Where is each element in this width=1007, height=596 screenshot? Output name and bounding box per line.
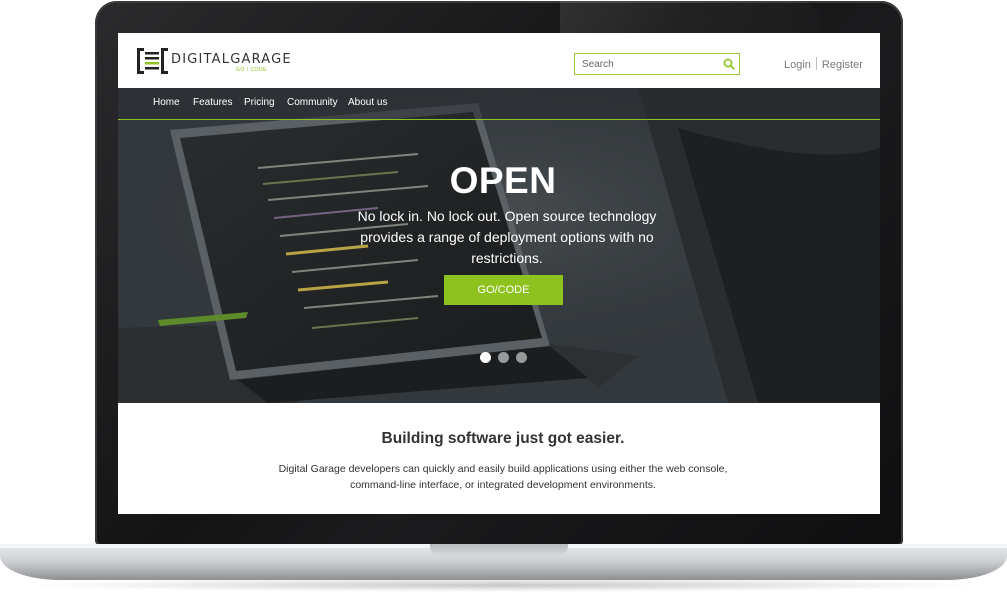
auth-links: Login Register <box>784 57 863 71</box>
nav-underline <box>118 119 880 120</box>
site-header: DIGITALGARAGE GO / CODE Login Register <box>118 33 880 88</box>
search-box <box>574 53 740 75</box>
laptop-screen: DIGITALGARAGE GO / CODE Login Register <box>118 33 880 514</box>
nav-item-pricing[interactable]: Pricing <box>244 97 275 108</box>
logo-mark-icon <box>137 48 168 74</box>
search-icon[interactable] <box>722 57 736 71</box>
nav-item-about-us[interactable]: About us <box>348 97 387 108</box>
nav-item-features[interactable]: Features <box>193 97 232 108</box>
nav-item-community[interactable]: Community <box>287 97 338 108</box>
login-link[interactable]: Login <box>784 59 811 71</box>
carousel-dot-3[interactable] <box>516 352 527 363</box>
search-input[interactable] <box>575 54 715 74</box>
main-nav: Home Features Pricing Community About us <box>118 88 880 119</box>
hero-banner: Home Features Pricing Community About us… <box>118 88 880 403</box>
section-description: Digital Garage developers can quickly an… <box>278 463 728 491</box>
hero-title: OPEN <box>449 160 557 201</box>
section-title: Building software just got easier. <box>381 430 625 447</box>
logo-tagline: GO / CODE <box>236 67 267 73</box>
register-link[interactable]: Register <box>822 59 863 71</box>
nav-item-home[interactable]: Home <box>153 97 180 108</box>
carousel-dot-2[interactable] <box>498 352 509 363</box>
logo[interactable]: DIGITALGARAGE GO / CODE <box>136 47 291 75</box>
auth-divider <box>815 57 817 70</box>
laptop-shadow <box>20 578 987 592</box>
go-code-button[interactable]: GO/CODE <box>444 275 563 305</box>
hero-description: No lock in. No lock out. Open source tec… <box>357 208 657 266</box>
laptop-notch <box>430 544 568 556</box>
logo-text: DIGITALGARAGE <box>171 52 292 67</box>
carousel-dot-1[interactable] <box>480 352 491 363</box>
